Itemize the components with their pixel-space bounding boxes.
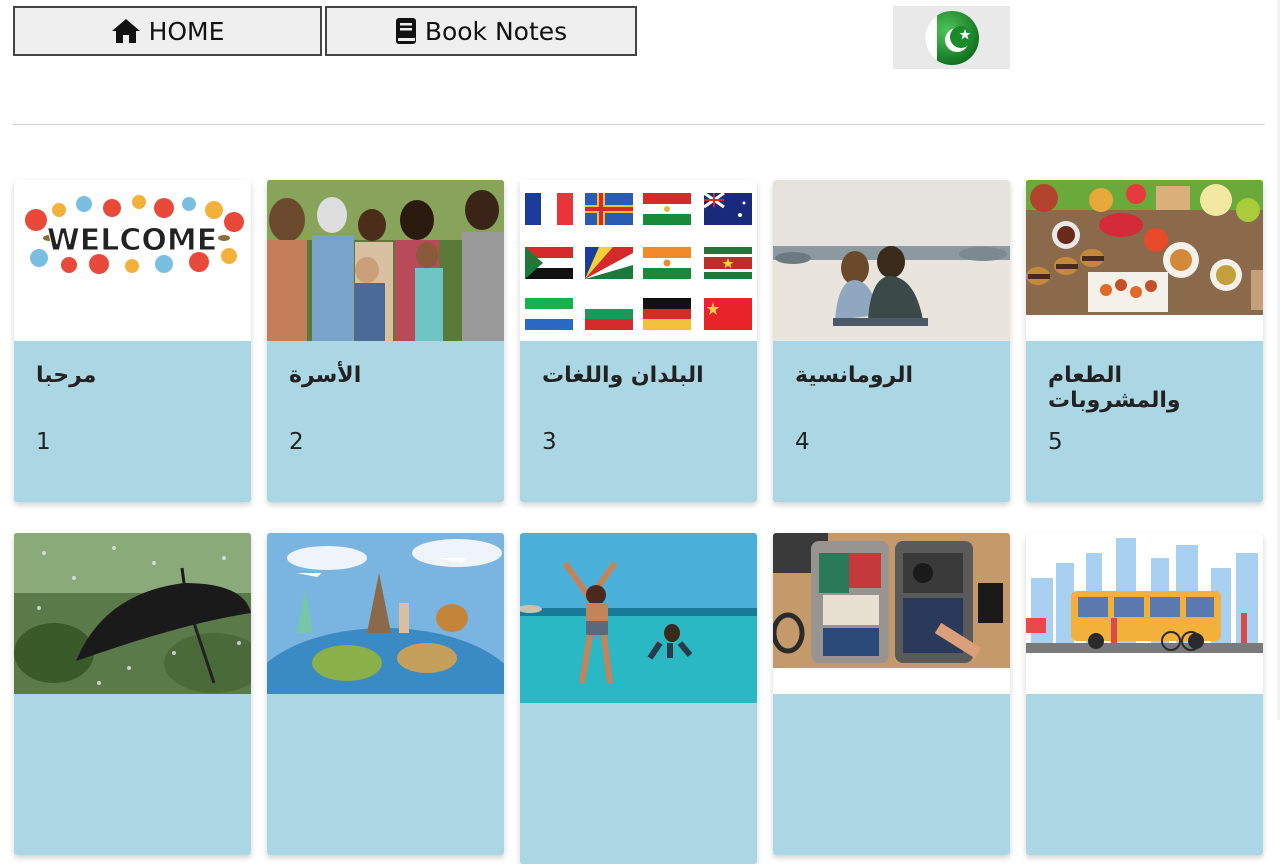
- lesson-info: مرحبا 1: [14, 341, 251, 502]
- lesson-card-5[interactable]: الطعام والمشروبات 5: [1026, 180, 1263, 502]
- home-button[interactable]: HOME: [13, 6, 322, 56]
- lesson-number: 1: [36, 429, 51, 455]
- home-label: HOME: [148, 16, 225, 46]
- lesson-card-6[interactable]: [14, 533, 251, 855]
- lesson-info: [773, 694, 1010, 855]
- packing-suitcase-image: [773, 533, 1010, 694]
- family-image: [267, 180, 504, 341]
- lesson-info: البلدان واللغات 3: [520, 341, 757, 502]
- book-notes-label: Book Notes: [424, 16, 568, 46]
- welcome-text: WELCOME: [47, 223, 218, 258]
- book-icon: [395, 18, 416, 44]
- lesson-title: الأسرة: [289, 363, 362, 388]
- lesson-card-8[interactable]: [520, 533, 757, 864]
- food-image: [1026, 180, 1263, 341]
- lesson-card-3[interactable]: البلدان واللغات 3: [520, 180, 757, 502]
- lesson-title: الرومانسية: [795, 363, 914, 388]
- lesson-number: 3: [542, 429, 557, 455]
- lesson-number: 2: [289, 429, 304, 455]
- divider: [13, 124, 1265, 125]
- book-notes-button[interactable]: Book Notes: [325, 6, 637, 56]
- lesson-title: مرحبا: [36, 363, 97, 388]
- lesson-info: الرومانسية 4: [773, 341, 1010, 502]
- lesson-card-9[interactable]: [773, 533, 1010, 855]
- world-travel-image: [267, 533, 504, 694]
- lesson-number: 4: [795, 429, 810, 455]
- lesson-card-7[interactable]: [267, 533, 504, 855]
- lesson-title: الطعام والمشروبات: [1048, 363, 1181, 413]
- lesson-info: الطعام والمشروبات 5: [1026, 341, 1263, 502]
- lesson-number: 5: [1048, 429, 1063, 455]
- bus-city-image: [1026, 533, 1263, 694]
- lesson-info: [520, 703, 757, 864]
- language-flag-button[interactable]: [893, 6, 1010, 69]
- lesson-card-4[interactable]: الرومانسية 4: [773, 180, 1010, 502]
- lesson-card-1[interactable]: WELCOME مرحبا 1: [14, 180, 251, 502]
- flags-image: [520, 180, 757, 341]
- lesson-card-2[interactable]: الأسرة 2: [267, 180, 504, 502]
- romance-image: [773, 180, 1010, 341]
- rain-umbrella-image: [14, 533, 251, 694]
- lesson-card-10[interactable]: [1026, 533, 1263, 855]
- pakistan-flag-icon: [924, 10, 979, 65]
- lesson-info: [1026, 694, 1263, 855]
- lesson-info: [14, 694, 251, 855]
- top-nav: HOME Book Notes: [13, 6, 637, 56]
- jumping-sea-image: [520, 533, 757, 703]
- lesson-title: البلدان واللغات: [542, 363, 704, 388]
- welcome-image: WELCOME: [14, 180, 251, 341]
- lesson-info: [267, 694, 504, 855]
- lesson-info: الأسرة 2: [267, 341, 504, 502]
- home-icon: [111, 19, 140, 43]
